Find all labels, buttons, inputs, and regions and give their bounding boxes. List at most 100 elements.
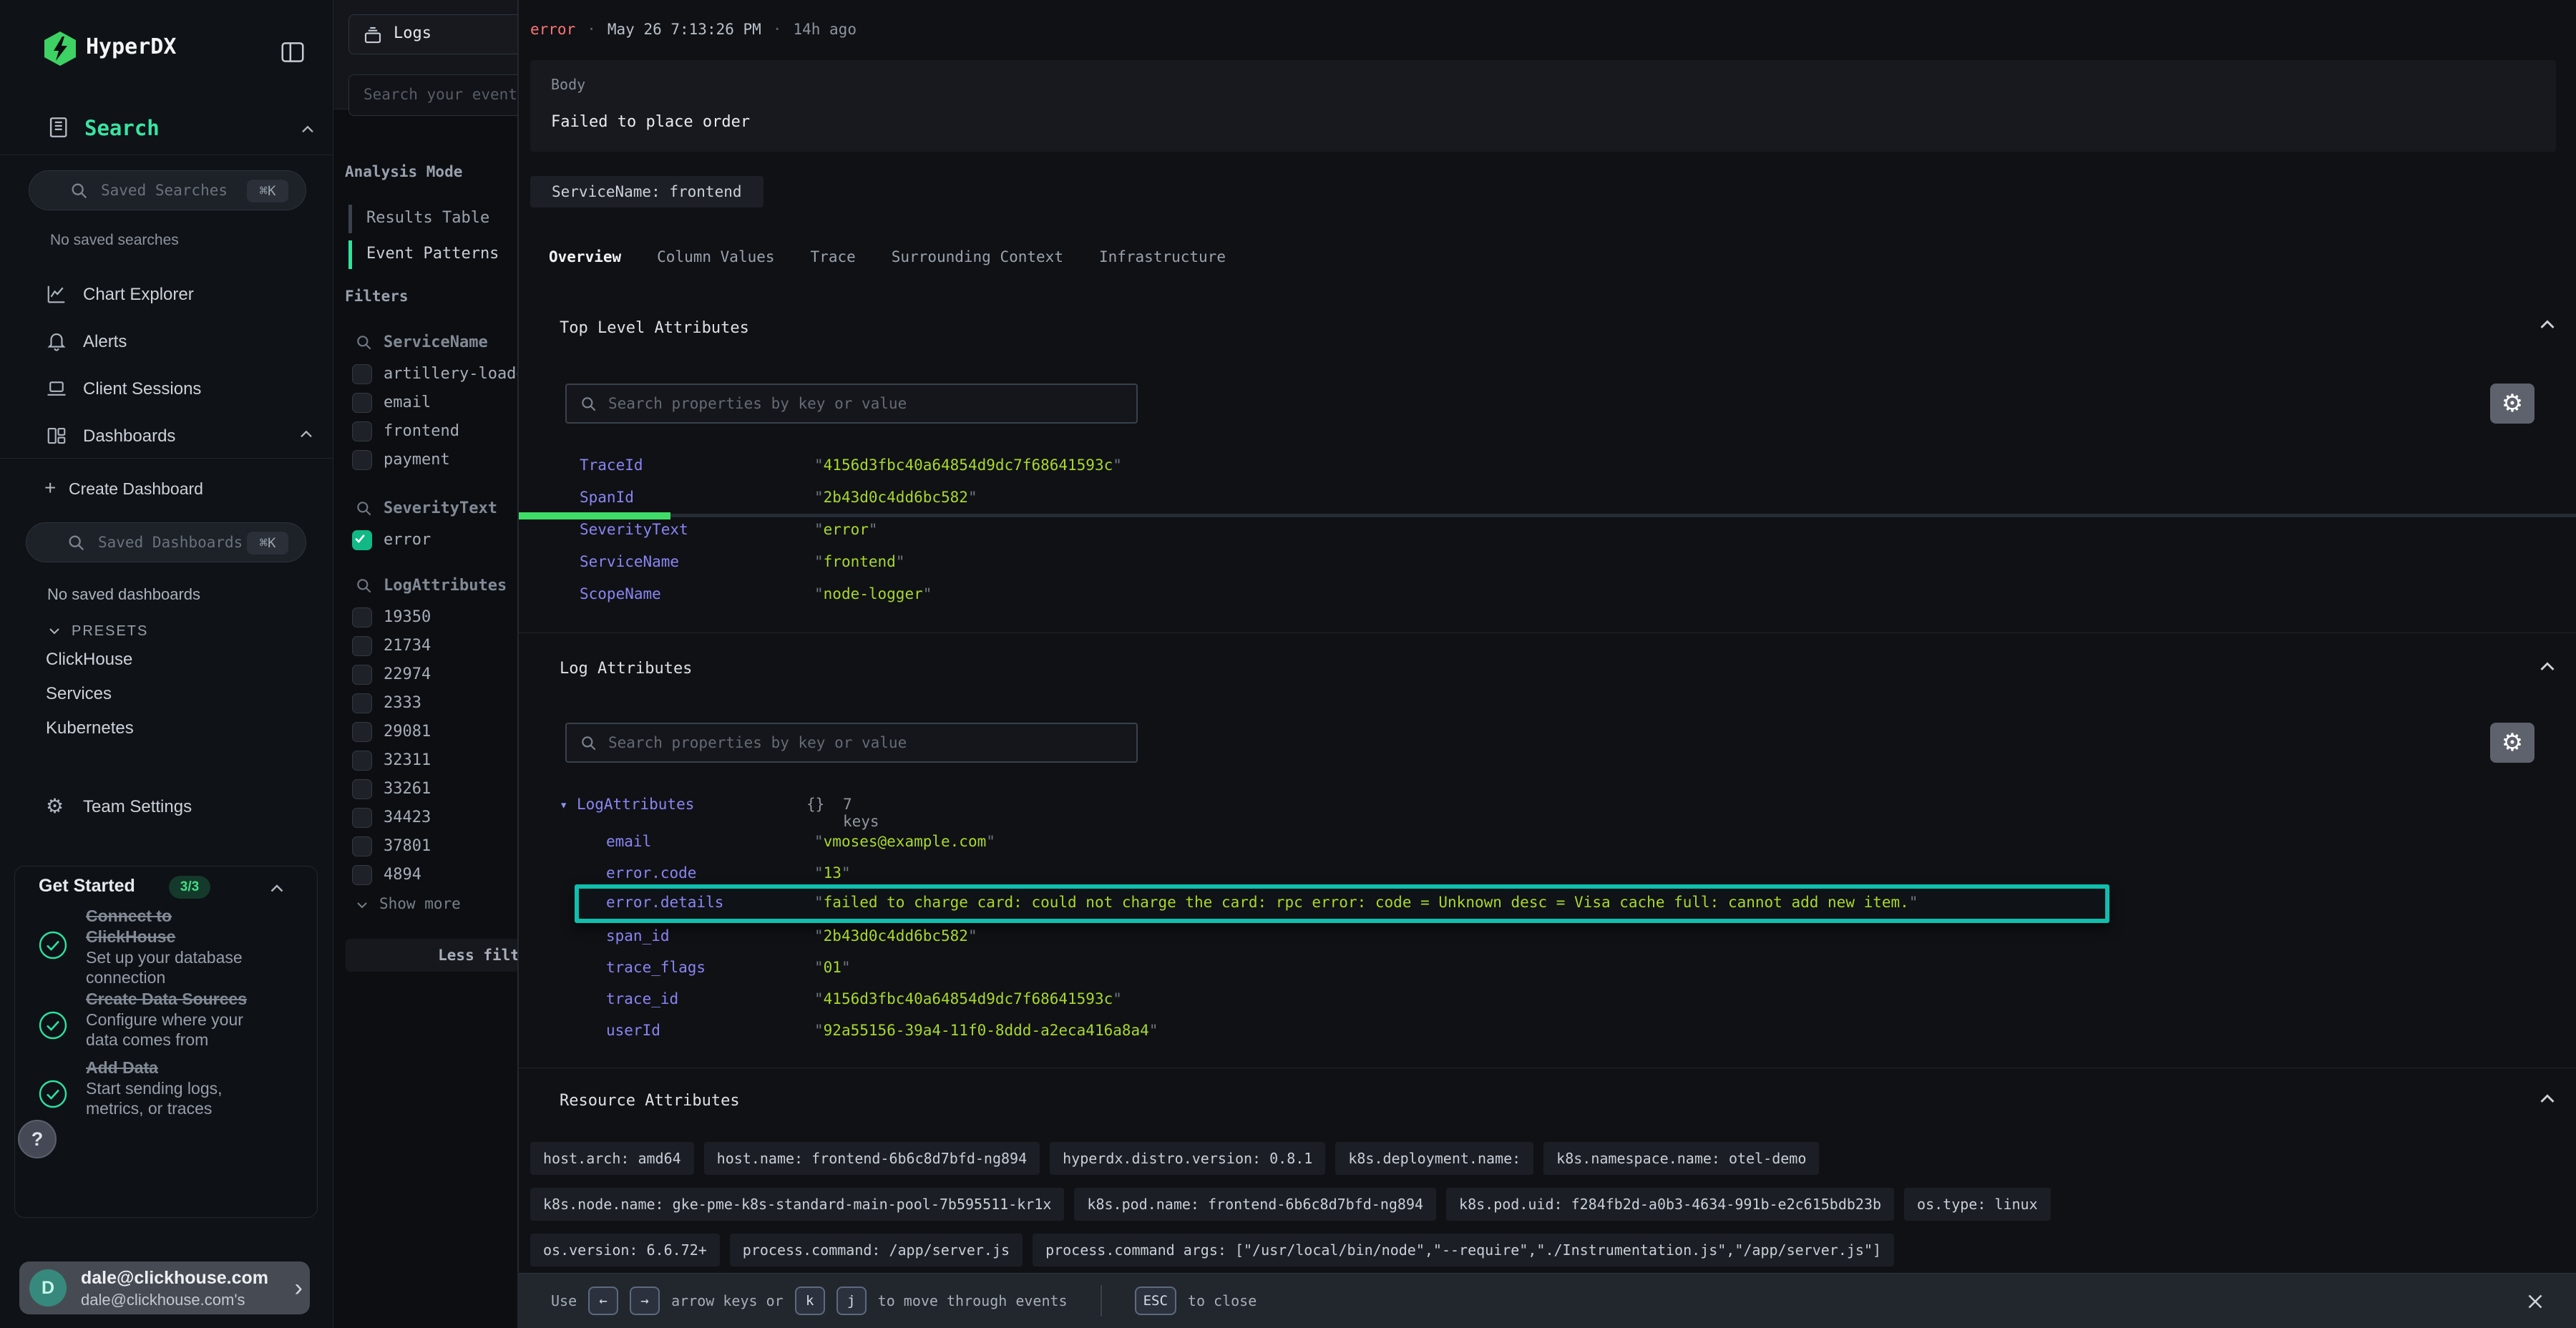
chevron-up-icon[interactable]: [2535, 1088, 2560, 1112]
user-menu[interactable]: D dale@clickhouse.com dale@clickhouse.co…: [19, 1261, 310, 1314]
source-select-value: Logs: [394, 24, 431, 42]
get-started-item-desc: connection: [86, 967, 293, 987]
attribute-value[interactable]: "vmoses@example.com": [814, 833, 995, 850]
resource-attribute-pill[interactable]: host.arch: amd64: [530, 1142, 694, 1175]
get-started-item[interactable]: Create Data SourcesConfigure where yourd…: [86, 989, 293, 1050]
user-email: dale@clickhouse.com: [81, 1268, 268, 1289]
resource-attribute-pill[interactable]: k8s.pod.uid: f284fb2d-a0b3-4634-991b-e2c…: [1446, 1188, 1894, 1221]
presets-toggle[interactable]: PRESETS: [0, 620, 333, 645]
resource-attribute-pill[interactable]: k8s.pod.name: frontend-6b6c8d7bfd-ng894: [1074, 1188, 1436, 1221]
chevron-up-icon[interactable]: [2535, 313, 2560, 338]
attribute-value[interactable]: "4156d3fbc40a64854d9dc7f68641593c": [814, 990, 1122, 1007]
attribute-key[interactable]: email: [606, 833, 651, 850]
gear-icon[interactable]: ⚙: [2490, 723, 2534, 763]
chevron-up-icon[interactable]: [266, 879, 288, 900]
log-attributes-search-input[interactable]: Search properties by key or value: [565, 723, 1138, 763]
checkbox[interactable]: [352, 393, 372, 413]
event-timestamp: May 26 7:13:26 PM: [608, 21, 761, 38]
attribute-value[interactable]: "node-logger": [814, 585, 932, 602]
get-started-item-title: Create Data Sources: [86, 989, 293, 1010]
saved-searches-input[interactable]: Saved Searches ⌘K: [29, 170, 306, 210]
attribute-key[interactable]: SeverityText: [580, 521, 688, 538]
attribute-key[interactable]: ServiceName: [580, 553, 679, 570]
attribute-value[interactable]: "92a55156-39a4-11f0-8ddd-a2eca416a8a4": [814, 1022, 1158, 1039]
checkbox[interactable]: [352, 530, 372, 550]
checkbox[interactable]: [352, 779, 372, 799]
attribute-value[interactable]: "2b43d0c4dd6bc582": [814, 927, 977, 944]
attribute-value[interactable]: "frontend": [814, 553, 904, 570]
resource-attribute-pill[interactable]: k8s.node.name: gke-pme-k8s-standard-main…: [530, 1188, 1064, 1221]
resource-attribute-pill[interactable]: host.name: frontend-6b6c8d7bfd-ng894: [704, 1142, 1040, 1175]
get-started-title: Get Started: [39, 876, 135, 897]
attribute-key[interactable]: ScopeName: [580, 585, 661, 602]
preset-item-kubernetes[interactable]: Kubernetes: [46, 718, 134, 738]
attribute-value[interactable]: "error": [814, 521, 878, 538]
attribute-key[interactable]: SpanId: [580, 489, 634, 506]
close-icon[interactable]: [2523, 1289, 2547, 1314]
chevron-up-icon[interactable]: [298, 120, 318, 143]
checkbox[interactable]: [352, 665, 372, 685]
attribute-value[interactable]: "13": [814, 864, 851, 882]
checkbox[interactable]: [352, 722, 372, 742]
chevron-up-icon[interactable]: [2535, 655, 2560, 680]
create-dashboard-button[interactable]: + Create Dashboard: [0, 475, 333, 507]
sidebar-item-dashboards[interactable]: Dashboards: [0, 414, 333, 459]
service-tag[interactable]: ServiceName: frontend: [530, 176, 763, 208]
filter-option-label: 37801: [384, 837, 431, 855]
checkbox[interactable]: [352, 751, 372, 771]
sidebar-item-search[interactable]: Search: [0, 107, 333, 147]
checkbox[interactable]: [352, 836, 372, 856]
checkbox[interactable]: [352, 364, 372, 384]
attribute-key[interactable]: trace_flags: [606, 959, 706, 976]
search-placeholder: Search properties by key or value: [608, 734, 907, 751]
attribute-key[interactable]: userId: [606, 1022, 660, 1039]
attribute-value[interactable]: "2b43d0c4dd6bc582": [814, 489, 977, 506]
tab-surrounding-context[interactable]: Surrounding Context: [892, 248, 1063, 265]
checkbox[interactable]: [352, 607, 372, 628]
mode-indicator: [348, 240, 352, 269]
chart-icon: [46, 283, 67, 305]
resource-attribute-pill[interactable]: os.type: linux: [1904, 1188, 2051, 1221]
attribute-key[interactable]: TraceId: [580, 456, 643, 474]
sidebar-item-team-settings[interactable]: ⚙ Team Settings: [0, 784, 333, 830]
checkbox[interactable]: [352, 450, 372, 470]
attribute-value[interactable]: "01": [814, 959, 851, 976]
preset-item-services[interactable]: Services: [46, 684, 112, 704]
resource-attribute-pill[interactable]: process.command args: ["/usr/local/bin/n…: [1033, 1234, 1894, 1266]
help-button[interactable]: ?: [18, 1120, 57, 1158]
gear-icon[interactable]: ⚙: [2490, 384, 2534, 424]
tab-infrastructure[interactable]: Infrastructure: [1099, 248, 1226, 265]
resource-attribute-pill[interactable]: hyperdx.distro.version: 0.8.1: [1050, 1142, 1325, 1175]
attribute-value[interactable]: "4156d3fbc40a64854d9dc7f68641593c": [814, 456, 1122, 474]
get-started-item[interactable]: Connect toClickHouseSet up your database…: [86, 906, 293, 987]
attribute-key[interactable]: error.code: [606, 864, 696, 882]
resource-attribute-pill[interactable]: k8s.deployment.name:: [1335, 1142, 1533, 1175]
resource-attribute-pill[interactable]: process.command: /app/server.js: [730, 1234, 1023, 1266]
resource-attribute-pill[interactable]: k8s.namespace.name: otel-demo: [1543, 1142, 1819, 1175]
checkbox[interactable]: [352, 693, 372, 713]
tab-overview[interactable]: Overview: [549, 248, 621, 265]
sidebar-collapse-icon[interactable]: [279, 39, 306, 66]
tab-column-values[interactable]: Column Values: [657, 248, 774, 265]
resource-attribute-pill[interactable]: os.version: 6.6.72+: [530, 1234, 720, 1266]
saved-dashboards-input[interactable]: Saved Dashboards ⌘K: [26, 522, 306, 562]
attribute-row: email "vmoses@example.com": [575, 827, 2109, 859]
attribute-key[interactable]: span_id: [606, 927, 670, 944]
top-level-rows: TraceId "4156d3fbc40a64854d9dc7f68641593c…: [580, 456, 2154, 617]
preset-item-clickhouse[interactable]: ClickHouse: [46, 650, 132, 670]
get-started-item[interactable]: Add DataStart sending logs,metrics, or t…: [86, 1058, 293, 1118]
top-level-search-input[interactable]: Search properties by key or value: [565, 384, 1138, 424]
esc-key: ESC: [1135, 1286, 1176, 1315]
no-saved-searches-text: No saved searches: [50, 232, 179, 249]
checkbox[interactable]: [352, 636, 372, 656]
checkbox[interactable]: [352, 421, 372, 441]
attribute-value[interactable]: "failed to charge card: could not charge…: [814, 894, 1918, 911]
checkbox[interactable]: [352, 865, 372, 885]
sidebar-item-client-sessions[interactable]: Client Sessions: [0, 366, 333, 412]
sidebar-item-alerts[interactable]: Alerts: [0, 319, 333, 365]
checkbox[interactable]: [352, 808, 372, 828]
tab-trace[interactable]: Trace: [811, 248, 856, 265]
attribute-key[interactable]: trace_id: [606, 990, 678, 1007]
sidebar-item-chart-explorer[interactable]: Chart Explorer: [0, 272, 333, 318]
attribute-key[interactable]: error.details: [606, 894, 723, 911]
